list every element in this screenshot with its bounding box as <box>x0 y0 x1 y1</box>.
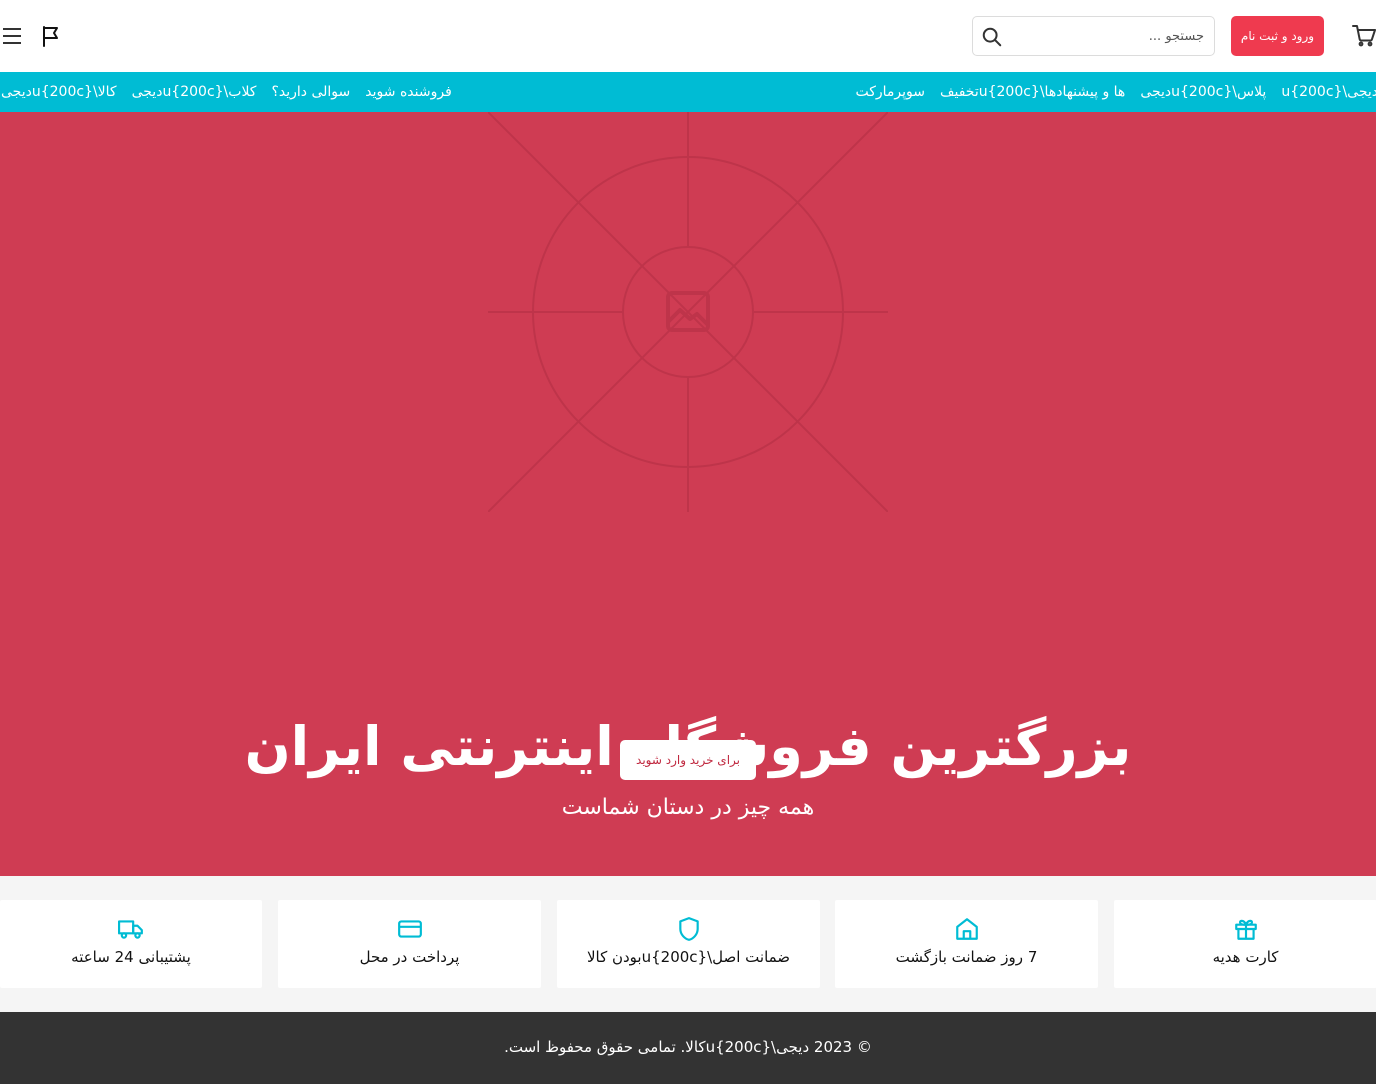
home-icon <box>955 918 978 940</box>
nav-item[interactable]: سوپرمارکت <box>855 84 925 100</box>
cart-icon[interactable] <box>1352 24 1376 48</box>
truck-icon <box>118 920 143 939</box>
nav-item[interactable]: ها و پیشنهادها\u{200c}تخفیف <box>940 84 1125 100</box>
feature-label: کارت هدیه <box>1212 948 1279 966</box>
image-placeholder-icon <box>488 112 888 512</box>
hero-subtitle: همه چیز در دستان شماست <box>561 795 815 820</box>
features-strip: کارت هدیه 7 روز ضمانت بازگشت ضمانت اصل\u… <box>0 876 1376 1012</box>
feature-label: ضمانت اصل\u{200c}بودن کالا <box>586 948 791 966</box>
nav-item[interactable]: کالا\u{200c}دیجی <box>1 84 117 100</box>
nav-item[interactable]: کلاب\u{200c}دیجی <box>132 84 257 100</box>
nav-item[interactable]: سوالی دارید؟ <box>271 84 350 100</box>
feature-card-gift: کارت هدیه <box>1114 900 1376 988</box>
shield-icon <box>678 917 699 941</box>
search-input[interactable] <box>1001 17 1206 55</box>
flag-icon[interactable] <box>40 24 64 48</box>
search-box <box>972 16 1215 56</box>
feature-card-cod: پرداخت در محل <box>278 900 541 988</box>
feature-label: پرداخت در محل <box>359 948 460 966</box>
feature-card-original: ضمانت اصل\u{200c}بودن کالا <box>557 900 820 988</box>
site-footer: © 2023 دیجی\u{200c}کالا. تمامی حقوق محفو… <box>0 1012 1376 1084</box>
feature-card-return: 7 روز ضمانت بازگشت <box>835 900 1098 988</box>
feature-label: پشتیبانی 24 ساعته <box>71 948 191 966</box>
category-nav: دیجی\u{200c} پلاس\u{200c}دیجی ها و پیشنه… <box>0 72 1376 112</box>
nav-group-left: فروشنده شوید سوالی دارید؟ کلاب\u{200c}دی… <box>0 72 452 112</box>
site-header: ورود و ثبت نام <box>0 0 1376 72</box>
copyright-text: © 2023 دیجی\u{200c}کالا. تمامی حقوق محفو… <box>504 1038 872 1056</box>
menu-icon[interactable] <box>2 26 22 46</box>
feature-label: 7 روز ضمانت بازگشت <box>895 948 1038 966</box>
nav-item[interactable]: دیجی\u{200c} <box>1281 84 1376 100</box>
nav-item[interactable]: فروشنده شوید <box>365 84 451 100</box>
feature-card-support: پشتیبانی 24 ساعته <box>0 900 262 988</box>
gift-icon <box>1234 919 1257 940</box>
login-register-button[interactable]: ورود و ثبت نام <box>1231 16 1324 56</box>
search-icon[interactable] <box>981 26 1003 48</box>
nav-group-right: دیجی\u{200c} پلاس\u{200c}دیجی ها و پیشنه… <box>840 72 1376 112</box>
nav-item[interactable]: پلاس\u{200c}دیجی <box>1140 84 1266 100</box>
shop-login-button[interactable]: برای خرید وارد شوید <box>620 740 756 780</box>
hero-banner: بزرگترین فروشگاه اینترنتی ایران همه چیز … <box>0 112 1376 876</box>
credit-card-icon <box>397 920 422 938</box>
